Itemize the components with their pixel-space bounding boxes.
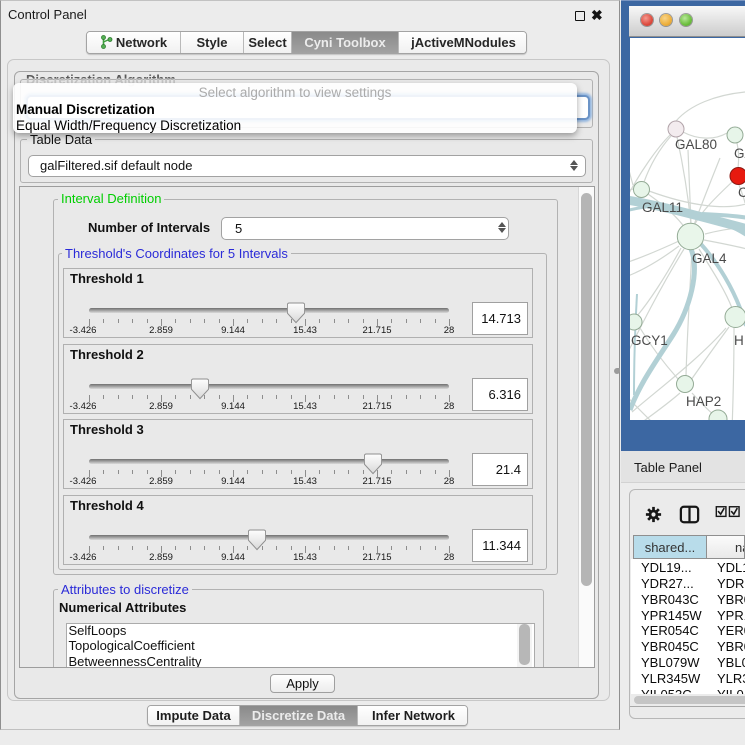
svg-text:C: C	[738, 185, 745, 200]
svg-text:GA: GA	[734, 146, 745, 161]
svg-text:GAL11: GAL11	[642, 200, 683, 215]
svg-text:GCY1: GCY1	[631, 333, 668, 348]
svg-text:GAL80: GAL80	[675, 137, 717, 152]
svg-text:GAL4: GAL4	[692, 251, 727, 266]
svg-text:H: H	[734, 333, 744, 348]
svg-text:HAP2: HAP2	[686, 394, 721, 409]
